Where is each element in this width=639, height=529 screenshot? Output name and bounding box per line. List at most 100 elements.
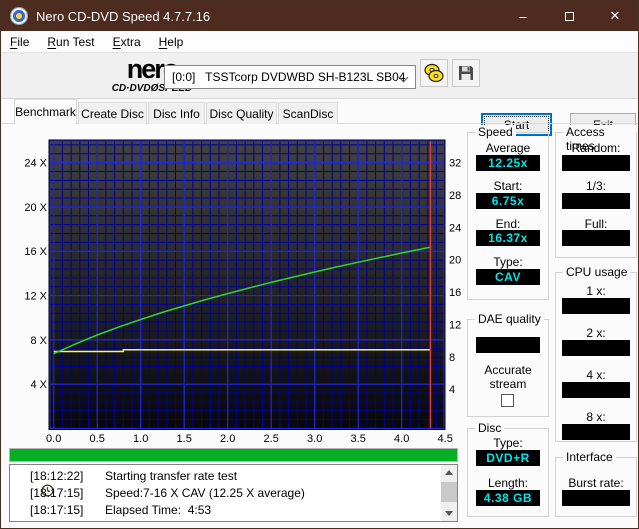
minimize-button[interactable]: – bbox=[500, 1, 546, 31]
app-cd-icon bbox=[10, 7, 28, 25]
svg-text:12: 12 bbox=[449, 319, 461, 331]
log-entry: [18:17:15] Speed:7-16 X CAV (12.25 X ave… bbox=[14, 485, 305, 501]
svg-text:32: 32 bbox=[449, 157, 461, 169]
interface-group-title: Interface bbox=[563, 450, 616, 464]
speed-start-value: 6.75x bbox=[476, 193, 540, 209]
cpu-usage-group-title: CPU usage bbox=[563, 265, 631, 279]
access-full-value bbox=[562, 230, 630, 246]
access-full-label: Full: bbox=[584, 217, 608, 231]
dae-quality-group: DAE quality Accurate stream bbox=[467, 312, 549, 417]
tab-benchmark[interactable]: Benchmark bbox=[14, 99, 77, 124]
yellow-discs-icon bbox=[424, 63, 444, 83]
svg-text:12 X: 12 X bbox=[24, 291, 47, 303]
access-random-label: Random: bbox=[571, 141, 621, 155]
menu-extra[interactable]: Extra bbox=[104, 32, 150, 52]
accurate-stream-label-line2: stream bbox=[489, 377, 527, 391]
accurate-stream-label-line1: Accurate bbox=[484, 363, 532, 377]
tab-disc-quality[interactable]: Disc Quality bbox=[206, 102, 277, 124]
svg-text:1.0: 1.0 bbox=[133, 433, 148, 445]
scroll-down-button[interactable] bbox=[441, 506, 457, 521]
tab-create-disc[interactable]: Create Disc bbox=[78, 102, 147, 124]
svg-text:16 X: 16 X bbox=[24, 246, 47, 258]
svg-text:8 X: 8 X bbox=[30, 335, 47, 347]
cpu-1x-value bbox=[562, 298, 630, 314]
log-message: Starting transfer rate test bbox=[105, 469, 238, 483]
log-panel: [18:12:22] Starting transfer rate test [… bbox=[9, 464, 458, 522]
svg-text:4: 4 bbox=[449, 384, 455, 396]
log-time: [18:17:15] bbox=[30, 486, 84, 500]
scroll-up-button[interactable] bbox=[441, 465, 457, 480]
accurate-stream-checkbox[interactable] bbox=[501, 394, 514, 407]
discs-tool-button[interactable] bbox=[420, 59, 448, 87]
svg-text:8: 8 bbox=[449, 352, 455, 364]
cpu-4x-label: 4 x: bbox=[586, 368, 606, 382]
svg-text:20: 20 bbox=[449, 255, 461, 267]
menu-help[interactable]: Help bbox=[150, 32, 193, 52]
svg-text:16: 16 bbox=[449, 287, 461, 299]
drive-selector-dropdown[interactable]: [0:0] TSSTcorp DVDWBD SH-B123L SB04 bbox=[164, 65, 416, 89]
interface-group: Interface Burst rate: bbox=[555, 450, 637, 517]
progress-bar-fill bbox=[10, 449, 457, 461]
svg-text:24 X: 24 X bbox=[24, 158, 47, 170]
log-time: [18:12:22] bbox=[30, 469, 84, 483]
cpu-usage-group: CPU usage 1 x: 2 x: 4 x: 8 x: bbox=[555, 265, 637, 442]
access-third-value bbox=[562, 193, 630, 209]
svg-text:24: 24 bbox=[449, 222, 461, 234]
speed-group-title: Speed bbox=[475, 125, 516, 139]
tab-scandisc[interactable]: ScanDisc bbox=[278, 102, 338, 124]
disc-group: Disc Type: DVD+R Length: 4.38 GB bbox=[467, 421, 549, 517]
log-entry: [18:17:15] Elapsed Time: 4:53 bbox=[14, 502, 211, 518]
svg-text:4.5: 4.5 bbox=[438, 433, 453, 445]
title-bar: Nero CD-DVD Speed 4.7.7.16 – ✕ bbox=[1, 1, 638, 31]
speed-average-label: Average bbox=[485, 141, 531, 155]
dae-quality-group-title: DAE quality bbox=[475, 312, 544, 326]
speed-type-value: CAV bbox=[476, 269, 540, 285]
log-message: Speed:7-16 X CAV (12.25 X average) bbox=[105, 486, 305, 500]
svg-text:4 X: 4 X bbox=[30, 379, 47, 391]
cpu-2x-value bbox=[562, 340, 630, 356]
scrollbar-thumb[interactable] bbox=[441, 482, 457, 502]
cpu-2x-label: 2 x: bbox=[586, 326, 606, 340]
log-time: [18:17:15] bbox=[30, 503, 84, 517]
access-third-label: 1/3: bbox=[585, 179, 606, 193]
svg-text:3.0: 3.0 bbox=[307, 433, 322, 445]
svg-text:0.0: 0.0 bbox=[46, 433, 61, 445]
speed-end-label: End: bbox=[495, 217, 521, 231]
svg-text:20 X: 20 X bbox=[24, 202, 47, 214]
burst-rate-value bbox=[562, 490, 630, 506]
dae-quality-value bbox=[476, 337, 540, 353]
speed-start-label: Start: bbox=[493, 179, 523, 193]
tab-bar: Benchmark Create Disc Disc Info Disc Qua… bbox=[1, 99, 638, 124]
log-entry: [18:12:22] Starting transfer rate test bbox=[14, 468, 238, 497]
menu-run-test[interactable]: Run Test bbox=[38, 32, 103, 52]
triangle-down-icon bbox=[445, 511, 453, 516]
disc-group-title: Disc bbox=[475, 421, 505, 435]
transfer-rate-chart: 4 X 8 X 12 X 16 X 20 X 24 X 4 8 12 16 20 24 28 32 0.0 0… bbox=[24, 139, 461, 445]
disc-type-value: DVD+R bbox=[476, 450, 540, 466]
menu-file[interactable]: File bbox=[1, 32, 38, 52]
cpu-8x-label: 8 x: bbox=[586, 410, 606, 424]
svg-text:2.5: 2.5 bbox=[264, 433, 279, 445]
log-message: Elapsed Time: 4:53 bbox=[105, 503, 212, 517]
maximize-button[interactable] bbox=[546, 1, 592, 31]
burst-rate-label: Burst rate: bbox=[568, 476, 624, 490]
access-random-value bbox=[562, 155, 630, 171]
triangle-up-icon bbox=[445, 470, 453, 475]
svg-text:1.5: 1.5 bbox=[177, 433, 192, 445]
access-times-group: Access times Random: 1/3: Full: bbox=[555, 125, 637, 258]
progress-bar bbox=[9, 448, 458, 462]
log-scrollbar[interactable] bbox=[441, 465, 457, 521]
app-window: Nero CD-DVD Speed 4.7.7.16 – ✕ File Run … bbox=[0, 0, 639, 529]
disc-length-value: 4.38 GB bbox=[476, 490, 540, 506]
cpu-8x-value bbox=[562, 424, 630, 440]
svg-text:3.5: 3.5 bbox=[351, 433, 366, 445]
svg-text:2.0: 2.0 bbox=[220, 433, 235, 445]
tab-disc-info[interactable]: Disc Info bbox=[148, 102, 205, 124]
speed-average-value: 12.25x bbox=[476, 155, 540, 171]
svg-text:28: 28 bbox=[449, 190, 461, 202]
maximize-icon bbox=[564, 11, 574, 21]
save-button[interactable] bbox=[452, 59, 480, 87]
disc-length-label: Length: bbox=[487, 476, 529, 490]
svg-text:4.0: 4.0 bbox=[394, 433, 409, 445]
close-button[interactable]: ✕ bbox=[592, 1, 638, 31]
